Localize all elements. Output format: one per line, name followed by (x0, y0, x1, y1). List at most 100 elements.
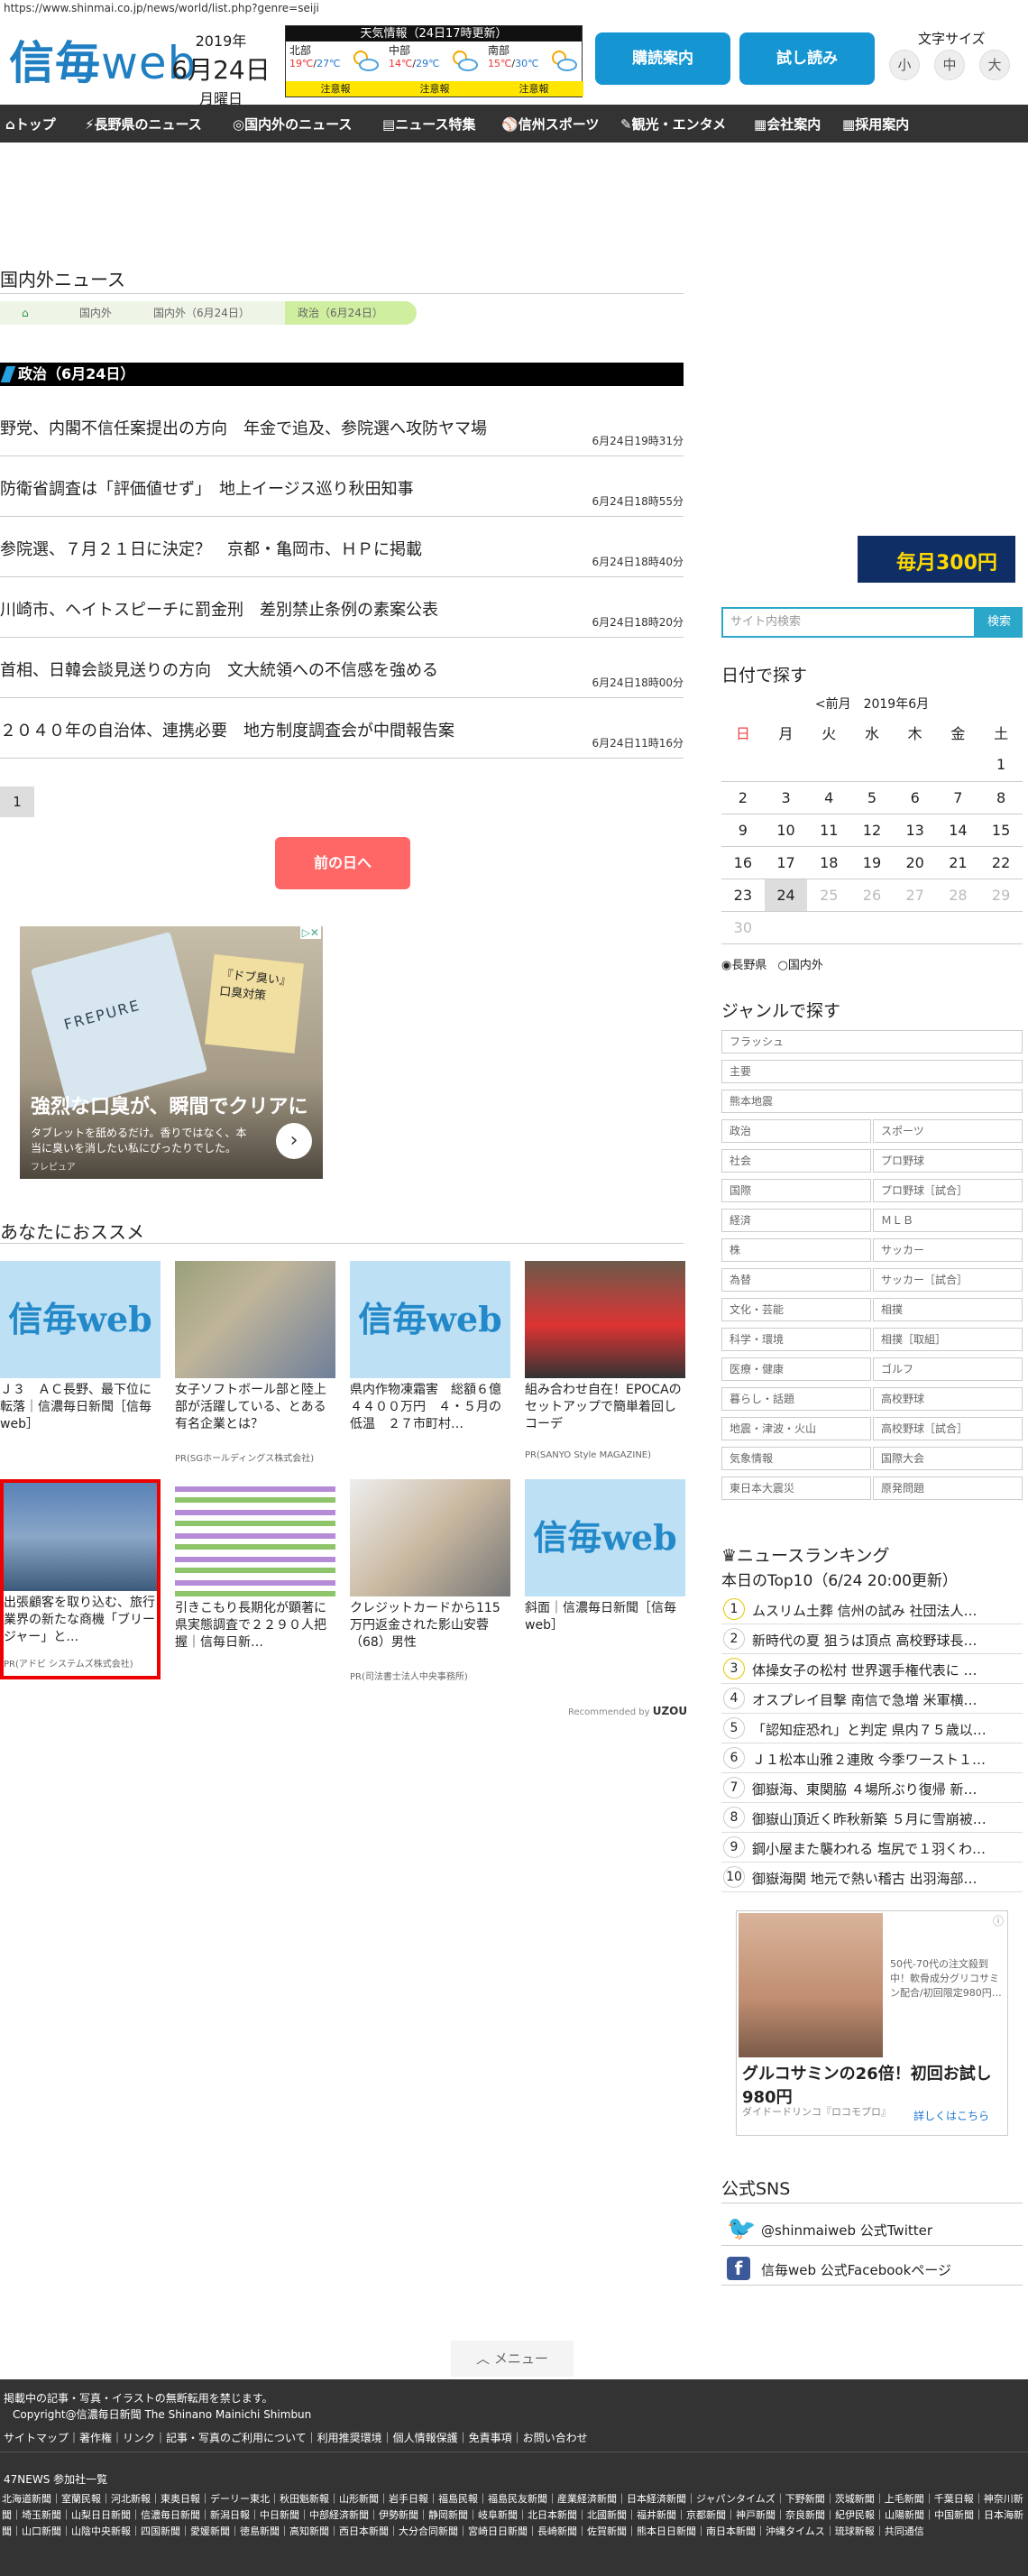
rank-headline[interactable]: ムスリム土葬 信州の試み 社団法人… (752, 1601, 1019, 1620)
genre-item[interactable]: 為替 (721, 1268, 871, 1292)
calendar-day[interactable]: 8 (979, 781, 1023, 814)
menu-button[interactable]: ︿ メニュー (451, 2341, 574, 2377)
genre-item[interactable]: 気象情報 (721, 1447, 871, 1470)
genre-item[interactable]: 高校野球 (873, 1387, 1023, 1411)
ranking-item[interactable]: 1 ムスリム土葬 信州の試み 社団法人… (721, 1595, 1023, 1624)
advertisement[interactable]: 50代-70代の注文殺到中！軟骨成分グリコサミン配合/初回限定980円… ⓘ グ… (736, 1910, 1008, 2136)
news-headline[interactable]: 川崎市、ヘイトスピーチに罰金刑 差別禁止条例の素案公表 (0, 597, 438, 621)
genre-item[interactable]: 相撲［取組］ (873, 1328, 1023, 1351)
calendar-day[interactable]: 6 (893, 781, 937, 814)
rank-headline[interactable]: 御嶽海、東関脇 ４場所ぶり復帰 新… (752, 1780, 1019, 1799)
calendar-day[interactable]: 16 (721, 846, 765, 879)
news-item[interactable]: ２０４０年の自治体、連携必要 地方制度調査会が中間報告案 6月24日11時16分 (0, 699, 684, 759)
genre-item[interactable]: 医療・健康 (721, 1357, 871, 1381)
previous-day-button[interactable]: 前の日へ (275, 837, 410, 889)
breadcrumb-home[interactable]: ⌂ (0, 301, 67, 325)
breadcrumb-world-date[interactable]: 国内外（6月24日） (141, 301, 296, 325)
ranking-item[interactable]: 7 御嶽海、東関脇 ４場所ぶり復帰 新… (721, 1773, 1023, 1803)
news-headline[interactable]: 野党、内閣不信任案提出の方向 年金で追及、参院選へ攻防ヤマ場 (0, 416, 487, 439)
genre-item[interactable]: 地震・津波・火山 (721, 1417, 871, 1440)
card-title[interactable]: 引きこもり長期化が顕著に 県実態調査で２２９０人把握｜信毎日新… (175, 1600, 335, 1669)
recommend-card[interactable]: 引きこもり長期化が顕著に 県実態調査で２２９０人把握｜信毎日新… (175, 1479, 335, 1669)
nav-recruit[interactable]: ▦採用案内 (842, 115, 909, 133)
news-item[interactable]: 野党、内閣不信任案提出の方向 年金で追及、参院選へ攻防ヤマ場 6月24日19時31… (0, 397, 684, 456)
calendar-day[interactable]: 9 (721, 814, 765, 847)
calendar-day[interactable]: 7 (936, 781, 980, 814)
card-title[interactable]: Ｊ３ ＡＣ長野、最下位に転落｜信濃毎日新聞［信毎web］ (0, 1382, 161, 1450)
genre-item[interactable]: 東日本大震災 (721, 1477, 871, 1500)
calendar-day[interactable]: 17 (764, 846, 808, 879)
calendar-month[interactable]: <前月 2019年6月 (721, 695, 1023, 716)
calendar-day[interactable]: 5 (850, 781, 894, 814)
news-item[interactable]: 防衛省調査は「評価値せず」 地上イージス巡り秋田知事 6月24日18時55分 (0, 457, 684, 517)
genre-item[interactable]: サッカー (873, 1238, 1023, 1262)
footer-links[interactable]: サイトマップ｜著作権｜リンク｜記事・写真のご利用について｜利用推奨環境｜個人情報… (4, 2430, 588, 2445)
calendar-day[interactable]: 11 (807, 814, 851, 847)
ranking-item[interactable]: 3 体操女子の松村 世界選手権代表に … (721, 1654, 1023, 1684)
genre-item[interactable]: 株 (721, 1238, 871, 1262)
calendar-day[interactable]: 22 (979, 846, 1023, 879)
facebook-link[interactable]: f 信毎web 公式Facebookページ (721, 2251, 1023, 2286)
news-item[interactable]: 参院選、７月２１日に決定？ 京都・亀岡市、ＨＰに掲載 6月24日18時40分 (0, 518, 684, 577)
rank-headline[interactable]: 鋼小屋また襲われる 塩尻で１羽くわ… (752, 1839, 1019, 1858)
genre-item[interactable]: 国際大会 (873, 1447, 1023, 1470)
ranking-item[interactable]: 2 新時代の夏 狙うは頂点 高校野球長… (721, 1624, 1023, 1654)
genre-item[interactable]: プロ野球 (873, 1149, 1023, 1173)
genre-item[interactable]: 熊本地震 (721, 1090, 1023, 1113)
genre-item[interactable]: 主要 (721, 1060, 1023, 1083)
font-small-button[interactable]: 小 (889, 50, 920, 80)
font-medium-button[interactable]: 中 (934, 50, 965, 80)
genre-item[interactable]: フラッシュ (721, 1030, 1023, 1053)
nav-nagano[interactable]: ⚡長野県のニュース (85, 115, 202, 133)
genre-item[interactable]: 科学・環境 (721, 1328, 871, 1351)
calendar-day-today[interactable]: 24 (764, 879, 808, 912)
ranking-item[interactable]: 8 御嶽山頂近く昨秋新築 ５月に雪崩被… (721, 1803, 1023, 1833)
site-search-input[interactable]: サイト内検索 (721, 607, 976, 638)
genre-item[interactable]: ゴルフ (873, 1357, 1023, 1381)
recommend-card[interactable]: 信毎web 県内作物凍霜害 総額６億４４００万円 ４・５月の低温 ２７市町村… (350, 1261, 510, 1450)
news-headline[interactable]: 首相、日韓会談見送りの方向 文大統領への不信感を強める (0, 658, 438, 681)
rank-headline[interactable]: 新時代の夏 狙うは頂点 高校野球長… (752, 1631, 1019, 1650)
radio-world[interactable]: ○国内外 (778, 959, 823, 972)
calendar-day[interactable]: 13 (893, 814, 937, 847)
recommend-card[interactable]: 信毎web 斜面｜信濃毎日新聞［信毎web］ (525, 1479, 685, 1669)
subscribe-button[interactable]: 購読案内 (595, 32, 730, 85)
genre-item[interactable]: 高校野球［試合］ (873, 1417, 1023, 1440)
recommend-card[interactable]: 信毎web Ｊ３ ＡＣ長野、最下位に転落｜信濃毎日新聞［信毎web］ (0, 1261, 161, 1450)
nav-company[interactable]: ▦会社案内 (754, 115, 821, 133)
genre-item[interactable]: 暮らし・話題 (721, 1387, 871, 1411)
calendar-day[interactable]: 20 (893, 846, 937, 879)
ranking-item[interactable]: 4 オスプレイ目撃 南信で急増 米軍横… (721, 1684, 1023, 1714)
calendar-day[interactable]: 4 (807, 781, 851, 814)
calendar-day[interactable]: 19 (850, 846, 894, 879)
nav-top[interactable]: ⌂トップ (5, 115, 56, 133)
nav-travel[interactable]: ✎観光・エンタメ (620, 115, 726, 133)
calendar-day[interactable]: 21 (936, 846, 980, 879)
calendar-day[interactable]: 1 (979, 749, 1023, 782)
news-headline[interactable]: 防衛省調査は「評価値せず」 地上イージス巡り秋田知事 (0, 476, 414, 500)
calendar-day[interactable]: 18 (807, 846, 851, 879)
news-headline[interactable]: 参院選、７月２１日に決定？ 京都・亀岡市、ＨＰに掲載 (0, 537, 422, 560)
font-large-button[interactable]: 大 (979, 50, 1010, 80)
advertisement[interactable]: FREPURE 『ドブ臭い』口臭対策 ▷✕ 強烈な口臭が、瞬間でクリアに タブレ… (20, 926, 323, 1179)
rank-headline[interactable]: Ｊ１松本山雅２連敗 今季ワースト１… (752, 1750, 1019, 1769)
calendar-day[interactable]: 12 (850, 814, 894, 847)
twitter-link[interactable]: 🐦 @shinmaiweb 公式Twitter (721, 2212, 1023, 2246)
genre-item[interactable]: スポーツ (873, 1119, 1023, 1143)
genre-item[interactable]: 経済 (721, 1209, 871, 1232)
ranking-item[interactable]: 9 鋼小屋また襲われる 塩尻で１羽くわ… (721, 1833, 1023, 1863)
card-title[interactable]: 女子ソフトボール部と陸上部が活躍している、とある有名企業とは？ (175, 1382, 335, 1450)
genre-item[interactable]: 文化・芸能 (721, 1298, 871, 1321)
genre-item[interactable]: 国際 (721, 1179, 871, 1202)
genre-item[interactable]: サッカー［試合］ (873, 1268, 1023, 1292)
news-item[interactable]: 川崎市、ヘイトスピーチに罰金刑 差別禁止条例の素案公表 6月24日18時20分 (0, 578, 684, 638)
genre-item[interactable]: ＭＬＢ (873, 1209, 1023, 1232)
genre-item[interactable]: 政治 (721, 1119, 871, 1143)
ranking-item[interactable]: 5 「認知症恐れ」と判定 県内７５歳以… (721, 1714, 1023, 1743)
genre-item[interactable]: 原発問題 (873, 1477, 1023, 1500)
rank-headline[interactable]: 御嶽山頂近く昨秋新築 ５月に雪崩被… (752, 1809, 1019, 1828)
info-icon[interactable]: ⓘ (993, 1913, 1004, 1928)
search-button[interactable]: 検索 (976, 607, 1023, 638)
genre-item[interactable]: プロ野球［試合］ (873, 1179, 1023, 1202)
genre-item[interactable]: 相撲 (873, 1298, 1023, 1321)
